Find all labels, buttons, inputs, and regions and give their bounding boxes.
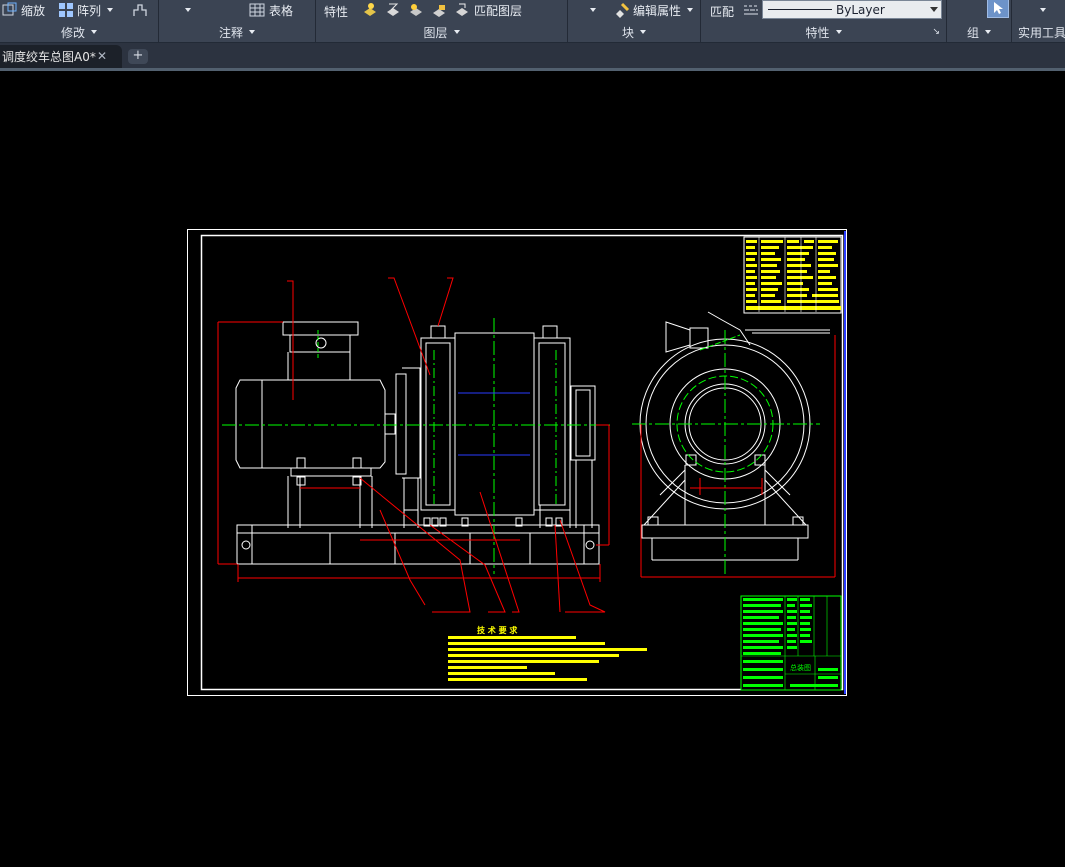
array-button[interactable]: 阵列	[58, 0, 114, 20]
annotation-dropdown[interactable]	[179, 0, 191, 20]
chevron-down-icon	[249, 30, 255, 34]
chevron-down-icon	[835, 30, 842, 34]
table-icon	[249, 2, 265, 18]
array-dropdown-icon[interactable]	[107, 8, 114, 12]
front-view-centerlines	[222, 318, 612, 574]
layer-freeze-icon[interactable]	[408, 2, 424, 18]
table-label: 表格	[269, 3, 294, 18]
layer-tools: 匹配图层	[362, 0, 522, 20]
panel-group-title[interactable]: 组	[947, 24, 1011, 40]
match-layer-icon[interactable]	[454, 2, 470, 18]
panel-modify-title-label: 修改	[60, 25, 85, 40]
panel-properties-title[interactable]: 特性	[701, 24, 946, 40]
group-select-button[interactable]	[987, 0, 1009, 18]
edit-attributes-icon	[614, 2, 630, 18]
array-label: 阵列	[77, 3, 102, 18]
match-properties-label: 匹配	[710, 4, 735, 19]
panel-layers-title[interactable]: 图层	[316, 24, 567, 40]
match-properties-button[interactable]: 匹配	[710, 1, 734, 21]
side-view	[639, 311, 830, 561]
zoom-label: 缩放	[21, 3, 46, 18]
linetype-select[interactable]: ByLayer	[762, 0, 942, 19]
panel-layers: 特性 匹配图层 图层	[316, 0, 568, 42]
panel-modify-title[interactable]: 修改	[0, 24, 158, 40]
linetype-preview-line	[768, 9, 832, 10]
panel-utilities: 实用工具	[1012, 0, 1065, 42]
panel-block-title[interactable]: 块	[568, 24, 700, 40]
chevron-down-icon	[1040, 8, 1046, 12]
parts-table	[743, 236, 842, 314]
layer-properties-button[interactable]: 特性	[324, 1, 348, 21]
utilities-dropdown[interactable]	[1034, 0, 1046, 20]
title-block-name: 总装图	[790, 663, 811, 672]
panel-group-title-label: 组	[966, 25, 979, 40]
chevron-down-icon	[590, 8, 596, 12]
edit-attributes-dropdown-icon[interactable]	[687, 8, 694, 12]
panel-properties-title-label: 特性	[805, 25, 830, 40]
match-layer-label[interactable]: 匹配图层	[474, 2, 522, 19]
file-tab-label: 调度绞车总图A0*	[2, 50, 96, 64]
ribbon: 缩放 阵列 修改 表格 注释 特性 匹配图层 图层 编辑属性 块 匹配 特性 ↘…	[0, 0, 1065, 43]
zoom-icon	[2, 2, 18, 18]
chevron-down-icon	[91, 30, 97, 34]
title-block: 总装图	[740, 595, 842, 691]
technical-requirements: 技 术 要 求	[448, 625, 647, 681]
panel-layers-title-label: 图层	[423, 25, 448, 40]
array-icon	[58, 2, 74, 18]
linetype-dropdown-icon[interactable]	[930, 7, 938, 12]
front-view	[235, 321, 600, 565]
chevron-down-icon	[640, 30, 646, 34]
layer-isolate-icon[interactable]	[385, 2, 401, 18]
panel-annotation: 表格 注释	[159, 0, 316, 42]
drawing-canvas[interactable]: 总装图 技 术 要 求	[0, 71, 1065, 867]
zoom-button[interactable]: 缩放	[2, 0, 45, 20]
panel-utilities-title[interactable]: 实用工具	[1018, 24, 1065, 40]
layer-properties-label: 特性	[324, 4, 349, 19]
panel-utilities-title-label: 实用工具	[1018, 25, 1065, 40]
close-tab-icon[interactable]: ✕	[97, 49, 107, 63]
linetype-icon-wrap	[743, 0, 759, 20]
panel-block: 编辑属性 块	[568, 0, 701, 42]
linetype-icon	[743, 2, 759, 18]
layer-lock-icon[interactable]	[431, 2, 447, 18]
panel-group: 组	[947, 0, 1012, 42]
block-dropdown[interactable]	[584, 0, 596, 20]
chevron-down-icon	[185, 8, 191, 12]
select-cursor-icon	[987, 0, 1009, 18]
layer-off-icon[interactable]	[362, 2, 378, 18]
panel-block-title-label: 块	[621, 25, 634, 40]
linetype-value: ByLayer	[836, 2, 885, 17]
properties-dialog-launcher-icon[interactable]: ↘	[932, 27, 940, 37]
file-tab-bar: 调度绞车总图A0* ✕ +	[0, 43, 1065, 68]
panel-modify: 缩放 阵列 修改	[0, 0, 159, 42]
tech-req-title: 技 术 要 求	[477, 625, 518, 635]
panel-annotation-title-label: 注释	[218, 25, 243, 40]
panel-annotation-title[interactable]: 注释	[159, 24, 315, 40]
drawing-sheet: 总装图 技 术 要 求	[187, 229, 847, 696]
edit-attributes-label: 编辑属性	[633, 3, 682, 18]
table-button[interactable]: 表格	[249, 0, 293, 20]
chevron-down-icon	[985, 30, 991, 34]
offset-button[interactable]	[132, 0, 148, 20]
side-view-dimensions	[640, 335, 836, 578]
chevron-down-icon	[453, 30, 460, 34]
front-view-dimensions	[217, 277, 610, 613]
offset-icon	[132, 2, 148, 18]
edit-attributes-button[interactable]: 编辑属性	[614, 0, 694, 20]
new-tab-button[interactable]: +	[128, 49, 148, 64]
